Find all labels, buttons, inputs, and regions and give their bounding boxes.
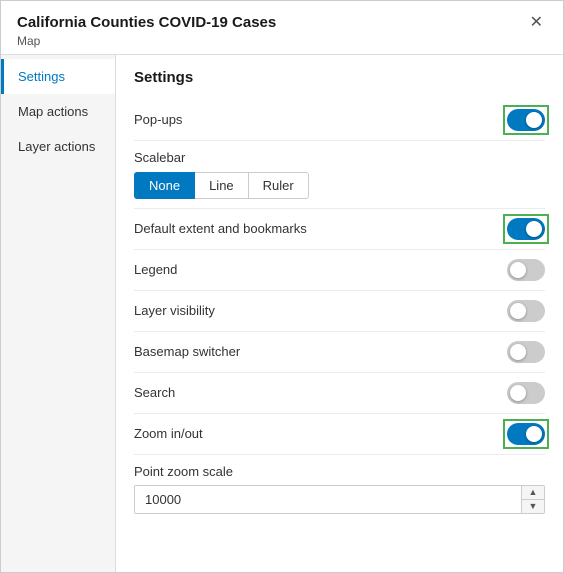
basemap-switcher-toggle[interactable] xyxy=(507,341,545,363)
setting-row-basemap-switcher: Basemap switcher xyxy=(134,332,545,373)
scalebar-label: Scalebar xyxy=(134,150,545,165)
setting-row-scalebar: Scalebar None Line Ruler xyxy=(134,141,545,209)
scalebar-option-line[interactable]: Line xyxy=(195,172,249,199)
layer-visibility-label: Layer visibility xyxy=(134,303,215,318)
point-zoom-input-wrapper: ▲ ▼ xyxy=(134,485,545,514)
layer-visibility-toggle-thumb xyxy=(510,303,526,319)
section-title: Settings xyxy=(134,69,545,86)
search-toggle-wrapper xyxy=(507,382,545,404)
default-extent-toggle[interactable] xyxy=(507,218,545,240)
panel: California Counties COVID-19 Cases Map ✕… xyxy=(0,0,564,573)
legend-toggle-wrapper xyxy=(507,259,545,281)
close-button[interactable]: ✕ xyxy=(526,13,547,33)
setting-row-popups: Pop-ups xyxy=(134,100,545,141)
popups-toggle[interactable] xyxy=(507,109,545,131)
setting-row-layer-visibility: Layer visibility xyxy=(134,291,545,332)
zoom-toggle-thumb xyxy=(526,426,542,442)
sidebar: Settings Map actions Layer actions xyxy=(1,55,116,573)
spinner-up-button[interactable]: ▲ xyxy=(522,486,544,499)
popups-toggle-wrapper xyxy=(507,109,545,131)
scalebar-option-none[interactable]: None xyxy=(134,172,195,199)
spinner-down-button[interactable]: ▼ xyxy=(522,499,544,513)
zoom-label: Zoom in/out xyxy=(134,426,203,441)
setting-row-search: Search xyxy=(134,373,545,414)
panel-subtitle: Map xyxy=(17,34,276,48)
setting-row-legend: Legend xyxy=(134,250,545,291)
basemap-switcher-label: Basemap switcher xyxy=(134,344,240,359)
setting-row-zoom: Zoom in/out xyxy=(134,414,545,455)
default-extent-toggle-wrapper xyxy=(507,218,545,240)
zoom-toggle-wrapper xyxy=(507,423,545,445)
point-zoom-spinners: ▲ ▼ xyxy=(521,486,544,513)
default-extent-toggle-thumb xyxy=(526,221,542,237)
point-zoom-section: Point zoom scale ▲ ▼ xyxy=(134,455,545,523)
sidebar-item-layer-actions[interactable]: Layer actions xyxy=(1,129,115,164)
setting-row-default-extent: Default extent and bookmarks xyxy=(134,209,545,250)
panel-title: California Counties COVID-19 Cases xyxy=(17,13,276,33)
scalebar-btn-group: None Line Ruler xyxy=(134,172,545,199)
search-label: Search xyxy=(134,385,175,400)
main-content: Settings Pop-ups Scalebar None Line Rule… xyxy=(116,55,563,573)
scalebar-option-ruler[interactable]: Ruler xyxy=(249,172,309,199)
sidebar-item-settings[interactable]: Settings xyxy=(1,59,115,94)
point-zoom-input[interactable] xyxy=(135,486,521,513)
search-toggle-thumb xyxy=(510,385,526,401)
legend-toggle-thumb xyxy=(510,262,526,278)
sidebar-item-map-actions[interactable]: Map actions xyxy=(1,94,115,129)
popups-label: Pop-ups xyxy=(134,112,182,127)
basemap-switcher-toggle-wrapper xyxy=(507,341,545,363)
popups-toggle-thumb xyxy=(526,112,542,128)
point-zoom-label: Point zoom scale xyxy=(134,464,545,479)
basemap-switcher-toggle-thumb xyxy=(510,344,526,360)
legend-label: Legend xyxy=(134,262,177,277)
default-extent-label: Default extent and bookmarks xyxy=(134,221,307,236)
layer-visibility-toggle-wrapper xyxy=(507,300,545,322)
header-text: California Counties COVID-19 Cases Map xyxy=(17,13,276,48)
panel-body: Settings Map actions Layer actions Setti… xyxy=(1,55,563,573)
layer-visibility-toggle[interactable] xyxy=(507,300,545,322)
search-toggle[interactable] xyxy=(507,382,545,404)
panel-header: California Counties COVID-19 Cases Map ✕ xyxy=(1,1,563,55)
zoom-toggle[interactable] xyxy=(507,423,545,445)
legend-toggle[interactable] xyxy=(507,259,545,281)
